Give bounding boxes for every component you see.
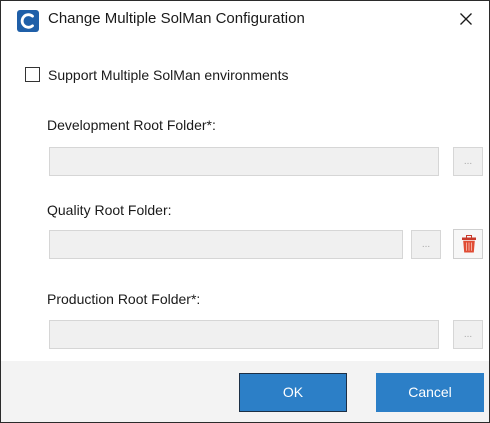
cancel-button[interactable]: Cancel — [376, 373, 484, 412]
ok-button[interactable]: OK — [239, 373, 347, 412]
quality-delete-button[interactable] — [453, 229, 483, 259]
development-browse-button[interactable]: ... — [453, 147, 483, 176]
quality-browse-button[interactable]: ... — [411, 230, 441, 259]
production-root-folder-input[interactable] — [49, 320, 439, 349]
close-icon — [460, 13, 472, 25]
app-logo-icon — [17, 10, 39, 32]
dialog-window: Change Multiple SolMan Configuration Sup… — [0, 0, 490, 423]
development-root-folder-label: Development Root Folder*: — [47, 117, 216, 133]
dialog-footer: OK Cancel — [1, 361, 489, 422]
dialog-title: Change Multiple SolMan Configuration — [48, 10, 305, 27]
quality-root-folder-input[interactable] — [49, 230, 403, 259]
production-root-folder-label: Production Root Folder*: — [47, 291, 201, 307]
quality-root-folder-label: Quality Root Folder: — [47, 202, 172, 218]
production-browse-button[interactable]: ... — [453, 320, 483, 349]
support-multiple-label: Support Multiple SolMan environments — [48, 67, 289, 83]
development-root-folder-input[interactable] — [49, 147, 439, 176]
close-button[interactable] — [443, 1, 489, 37]
support-multiple-checkbox[interactable] — [25, 67, 40, 82]
trash-icon — [462, 235, 476, 253]
title-bar: Change Multiple SolMan Configuration — [1, 1, 489, 37]
